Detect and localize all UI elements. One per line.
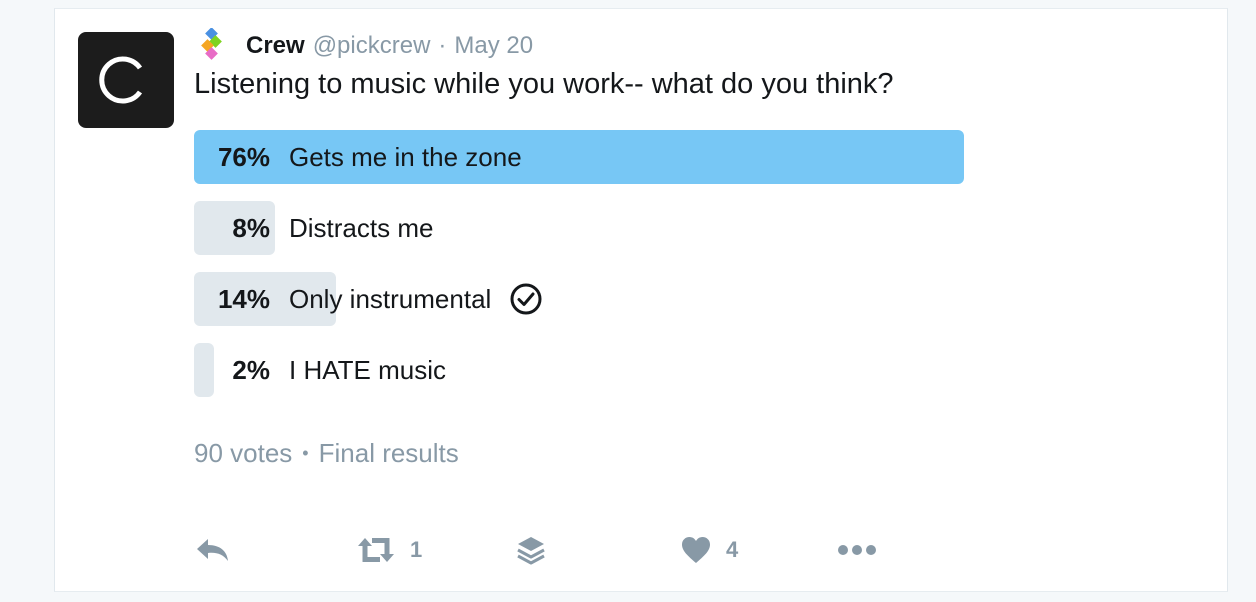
poll-percent: 2% <box>232 354 270 385</box>
layers-button[interactable] <box>516 530 546 570</box>
tweet-actions: 1 4 <box>194 530 894 570</box>
poll-option: 76% Gets me in the zone <box>194 130 964 184</box>
meta-bullet: • <box>302 443 309 463</box>
poll-percent: 14% <box>217 283 270 314</box>
poll-option: 14% Only instrumental <box>194 272 964 326</box>
poll-percent: 8% <box>232 212 270 243</box>
avatar[interactable] <box>78 32 174 128</box>
more-dots-icon <box>836 543 878 557</box>
check-circle-icon <box>509 282 543 316</box>
poll-option-label: Distracts me <box>289 212 434 243</box>
reply-button[interactable] <box>194 530 232 570</box>
header-separator: · <box>438 32 447 59</box>
poll-option: 8% Distracts me <box>194 201 964 255</box>
poll-percent: 76% <box>217 141 270 172</box>
poll-meta: 90 votes • Final results <box>194 438 459 469</box>
retweet-icon <box>356 535 396 565</box>
retweet-count: 1 <box>410 537 423 562</box>
crew-c-logo-icon <box>99 56 143 104</box>
more-button[interactable] <box>836 530 878 570</box>
author-handle[interactable]: @pickcrew <box>313 32 431 60</box>
reply-icon <box>194 535 232 565</box>
poll-status: Final results <box>318 438 459 468</box>
like-count: 4 <box>726 537 739 562</box>
poll: 76% Gets me in the zone 8% Distracts me … <box>194 130 964 414</box>
poll-option: 2% I HATE music <box>194 343 964 397</box>
poll-option-label: I HATE music <box>289 354 446 385</box>
poll-option-label: Gets me in the zone <box>289 141 522 172</box>
tweet-date[interactable]: May 20 <box>454 32 533 60</box>
vote-count: 90 votes <box>194 438 293 468</box>
like-button[interactable]: 4 <box>680 530 738 570</box>
tweet-text: Listening to music while you work-- what… <box>194 68 894 100</box>
poll-option-label: Only instrumental <box>289 283 492 314</box>
crew-diamond-logo-icon <box>194 27 228 64</box>
retweet-button[interactable]: 1 <box>356 530 422 570</box>
tweet-header: Crew @pickcrew · May 20 <box>194 27 533 64</box>
author-name[interactable]: Crew <box>246 32 305 60</box>
layers-icon <box>516 534 546 566</box>
heart-icon <box>680 535 712 565</box>
